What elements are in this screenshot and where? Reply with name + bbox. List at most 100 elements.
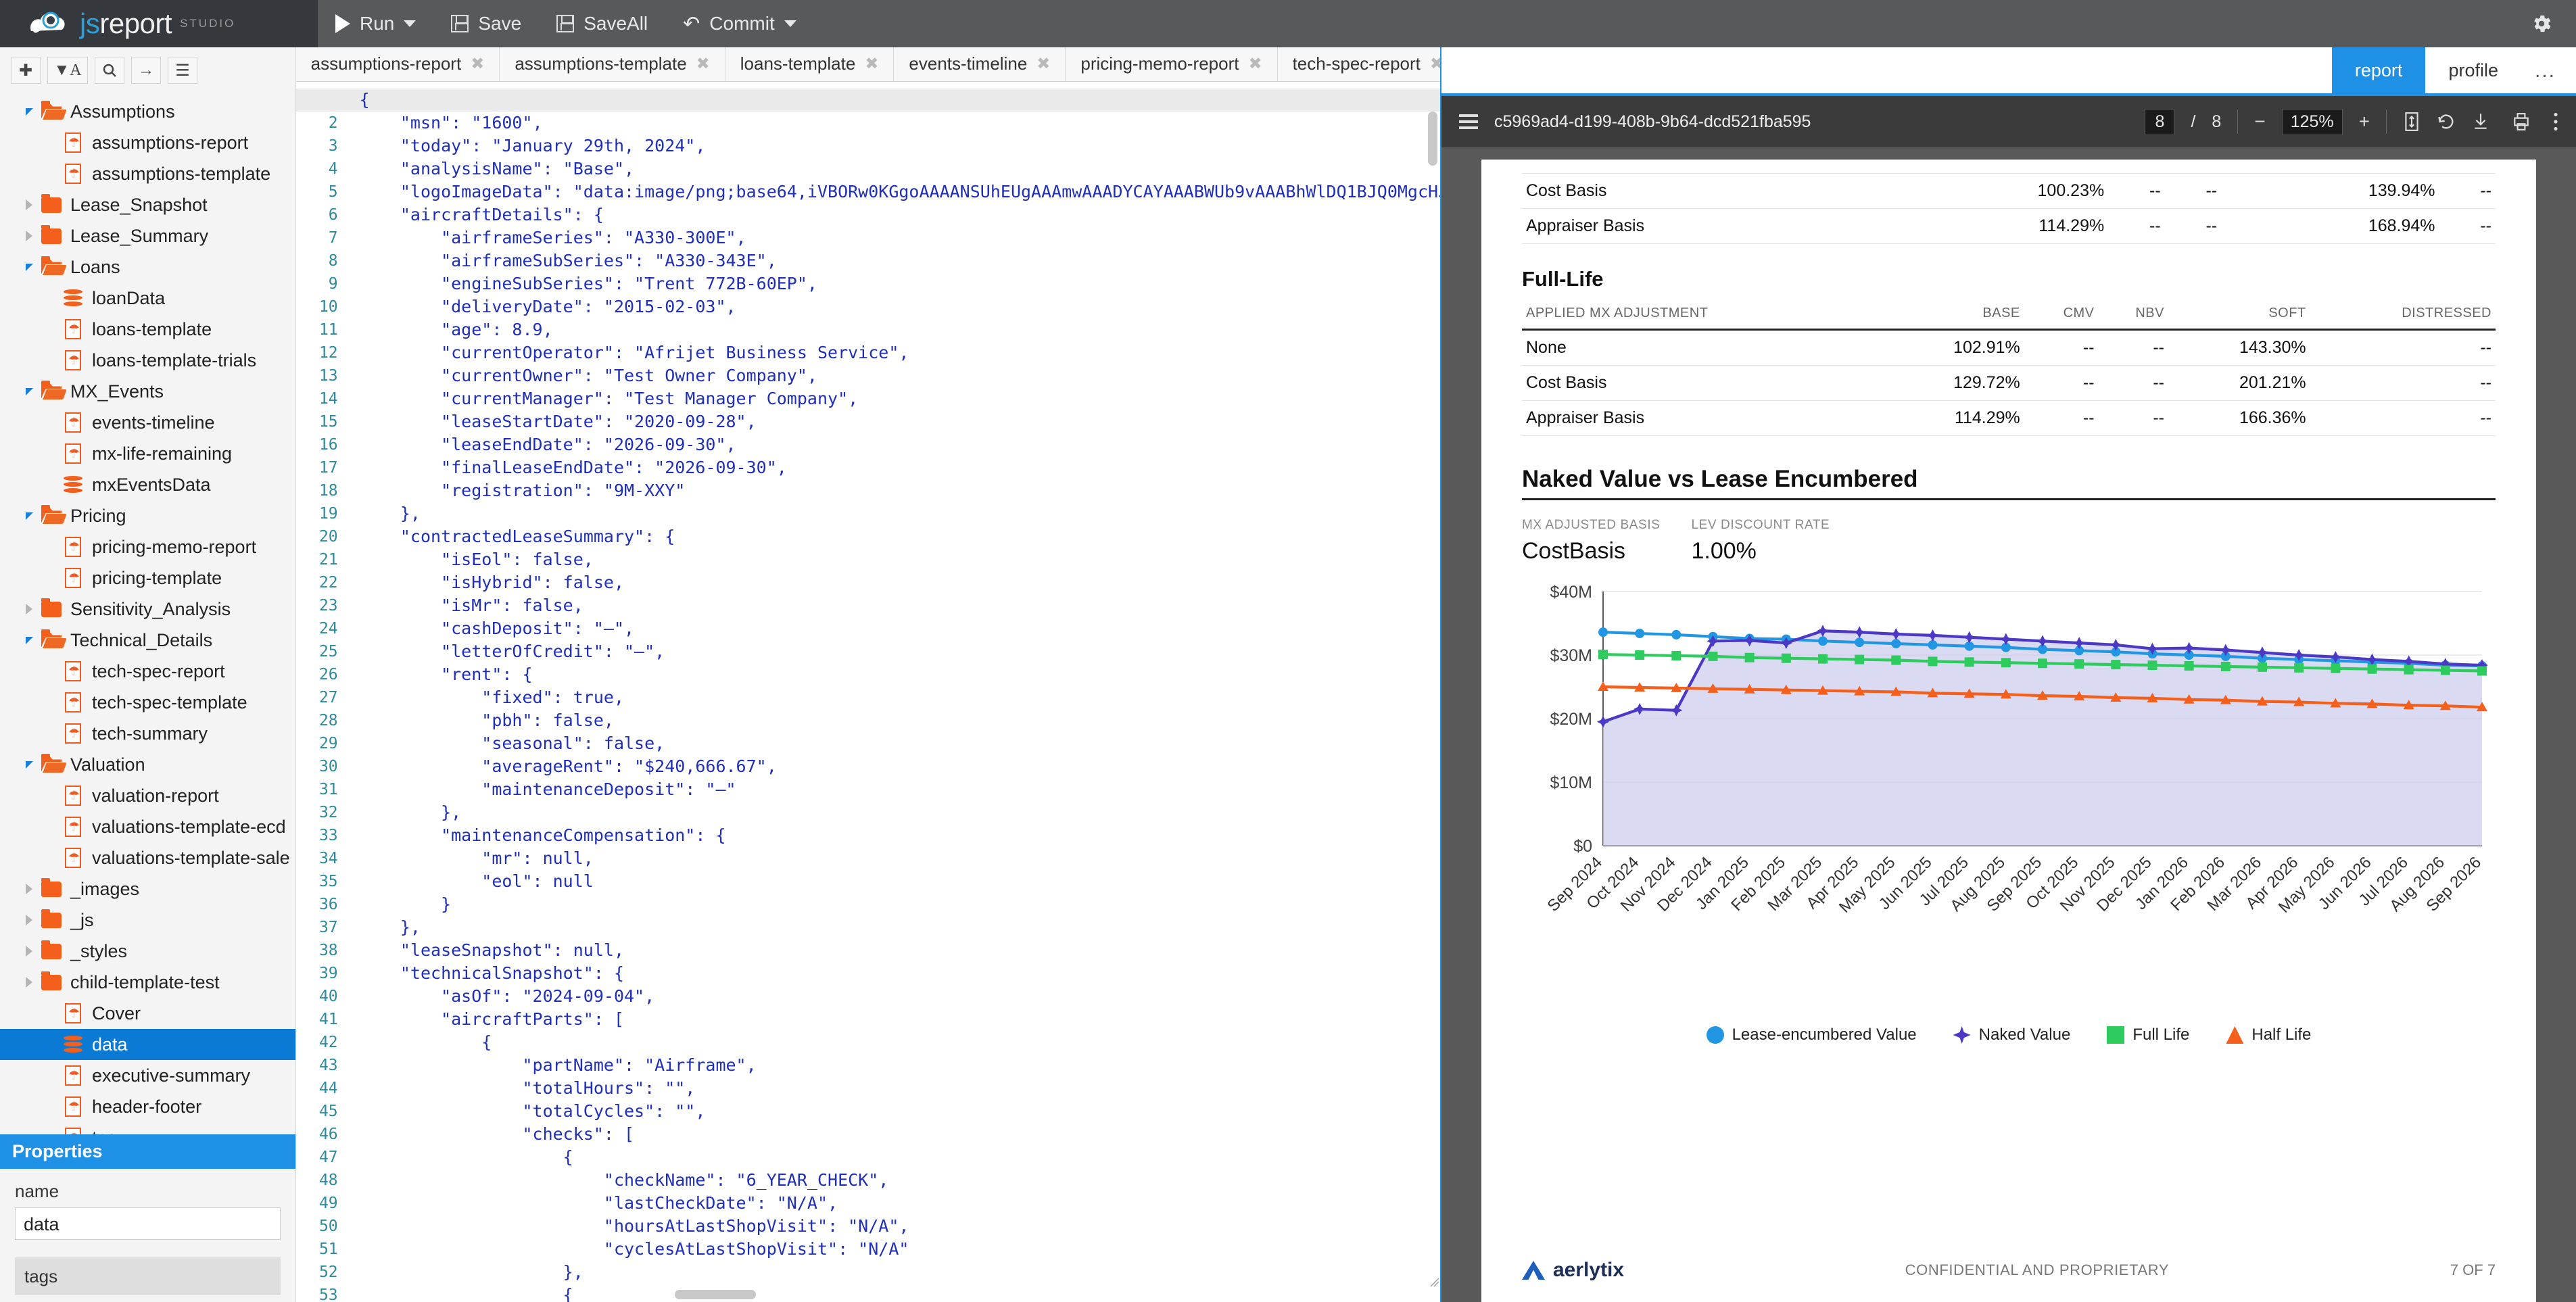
editor-horizontal-scrollbar[interactable] bbox=[674, 1290, 756, 1299]
tree-item-lease-snapshot[interactable]: Lease_Snapshot bbox=[0, 189, 295, 220]
tree-item-valuations-template-ecd[interactable]: valuations-template-ecd bbox=[0, 811, 295, 842]
navigate-button[interactable]: → bbox=[131, 57, 161, 84]
tree-item-lease-summary[interactable]: Lease_Summary bbox=[0, 220, 295, 251]
tab-tech-spec-report[interactable]: tech-spec-report ✖ bbox=[1277, 47, 1440, 81]
chevron-right-icon[interactable] bbox=[20, 604, 38, 614]
tree-item-pricing[interactable]: Pricing bbox=[0, 500, 295, 531]
gear-icon[interactable] bbox=[2530, 12, 2553, 35]
tree-item-pricing-memo-report[interactable]: pricing-memo-report bbox=[0, 531, 295, 562]
tree-item-valuation-report[interactable]: valuation-report bbox=[0, 780, 295, 811]
editor-tabbar[interactable]: assumptions-report ✖ assumptions-template ✖… bbox=[295, 47, 1440, 82]
tree-item-tech-spec-template[interactable]: tech-spec-template bbox=[0, 687, 295, 718]
chevron-right-icon[interactable] bbox=[20, 884, 38, 894]
hamburger-icon[interactable] bbox=[1459, 114, 1478, 129]
editor-resize-handle[interactable] bbox=[1429, 1272, 1440, 1287]
chevron-right-icon[interactable] bbox=[20, 231, 38, 241]
legend-item-half-life[interactable]: Half Life bbox=[2226, 1026, 2311, 1044]
tree-item-mxeventsdata[interactable]: mxEventsData bbox=[0, 469, 295, 500]
kebab-menu-icon[interactable] bbox=[2553, 112, 2558, 131]
legend-item-naked-value[interactable]: Naked Value bbox=[1953, 1026, 2070, 1044]
close-icon[interactable]: ✖ bbox=[696, 54, 710, 74]
print-icon[interactable] bbox=[2512, 112, 2530, 131]
menu-button[interactable]: ☰ bbox=[168, 57, 197, 84]
code-content[interactable]: { "msn": "1600", "today": "January 29th,… bbox=[345, 82, 1440, 1302]
tree-item-header-footer[interactable]: header-footer bbox=[0, 1091, 295, 1122]
zoom-level[interactable]: 125% bbox=[2281, 108, 2343, 135]
tab-events-timeline[interactable]: events-timeline ✖ bbox=[894, 47, 1066, 81]
chevron-right-icon[interactable] bbox=[20, 915, 38, 925]
tree-item-toc[interactable]: toc bbox=[0, 1122, 295, 1134]
tab-loans-template[interactable]: loans-template ✖ bbox=[725, 47, 895, 81]
tab-report[interactable]: report bbox=[2331, 47, 2426, 93]
entity-tree[interactable]: Assumptions assumptions-report assumptions… bbox=[0, 92, 295, 1134]
tree-item-events-timeline[interactable]: events-timeline bbox=[0, 407, 295, 438]
chevron-down-icon[interactable] bbox=[20, 512, 38, 520]
chevron-right-icon[interactable] bbox=[20, 977, 38, 988]
filter-sort-button[interactable]: ▼ A bbox=[47, 57, 88, 84]
pdf-viewport[interactable]: Cost Basis 100.23% -- -- 139.94% -- Appraiser … bbox=[1441, 147, 2576, 1302]
tree-item-valuation[interactable]: Valuation bbox=[0, 749, 295, 780]
tree-item--styles[interactable]: _styles bbox=[0, 936, 295, 967]
editor-vertical-scrollbar[interactable] bbox=[1428, 111, 1437, 166]
tree-item--images[interactable]: _images bbox=[0, 873, 295, 905]
save-button[interactable]: Save bbox=[433, 0, 539, 47]
tree-item-child-template-test[interactable]: child-template-test bbox=[0, 967, 295, 998]
tags-section[interactable]: tags bbox=[15, 1257, 281, 1295]
code-editor[interactable]: 1234567891011121314151617181920212223242… bbox=[295, 81, 1440, 1302]
cell-cmv: -- bbox=[2024, 365, 2099, 401]
chevron-down-icon[interactable] bbox=[20, 761, 38, 769]
chevron-down-icon[interactable] bbox=[20, 263, 38, 271]
legend-item-lease-encumbered-value[interactable]: Lease-encumbered Value bbox=[1706, 1026, 1917, 1044]
download-icon[interactable] bbox=[2472, 112, 2489, 131]
page-number-input[interactable]: 8 bbox=[2145, 108, 2175, 135]
chevron-down-icon[interactable] bbox=[784, 20, 796, 27]
chevron-down-icon[interactable] bbox=[20, 387, 38, 395]
tree-item-mx-events[interactable]: MX_Events bbox=[0, 376, 295, 407]
tree-item-technical-details[interactable]: Technical_Details bbox=[0, 625, 295, 656]
tree-item-sensitivity-analysis[interactable]: Sensitivity_Analysis bbox=[0, 594, 295, 625]
tree-item-executive-summary[interactable]: executive-summary bbox=[0, 1060, 295, 1091]
close-icon[interactable]: ✖ bbox=[1248, 54, 1262, 74]
tab-assumptions-report[interactable]: assumptions-report ✖ bbox=[295, 47, 500, 81]
tree-item-assumptions[interactable]: Assumptions bbox=[0, 96, 295, 127]
search-icon[interactable] bbox=[95, 57, 124, 84]
chevron-right-icon[interactable] bbox=[20, 199, 38, 210]
tree-item-mx-life-remaining[interactable]: mx-life-remaining bbox=[0, 438, 295, 469]
tree-item-loans-template[interactable]: loans-template bbox=[0, 314, 295, 345]
template-icon bbox=[59, 848, 87, 868]
preview-more-button[interactable]: ... bbox=[2521, 47, 2576, 93]
save-all-button[interactable]: SaveAll bbox=[539, 0, 665, 47]
fit-page-icon[interactable] bbox=[2403, 112, 2420, 132]
tree-item-data[interactable]: data bbox=[0, 1029, 295, 1060]
tree-item-loans-template-trials[interactable]: loans-template-trials bbox=[0, 345, 295, 376]
chevron-down-icon[interactable] bbox=[20, 636, 38, 644]
tab-assumptions-template[interactable]: assumptions-template ✖ bbox=[500, 47, 725, 81]
close-icon[interactable]: ✖ bbox=[1430, 54, 1440, 74]
tree-item--js[interactable]: _js bbox=[0, 905, 295, 936]
tree-item-assumptions-template[interactable]: assumptions-template bbox=[0, 158, 295, 189]
tree-item-loans[interactable]: Loans bbox=[0, 251, 295, 283]
close-icon[interactable]: ✖ bbox=[865, 54, 878, 74]
tree-item-loandata[interactable]: loanData bbox=[0, 283, 295, 314]
tree-item-assumptions-report[interactable]: assumptions-report bbox=[0, 127, 295, 158]
tab-profile[interactable]: profile bbox=[2425, 47, 2521, 93]
zoom-out-button[interactable]: − bbox=[2254, 111, 2265, 132]
add-entity-button[interactable]: ✚ bbox=[11, 57, 41, 84]
zoom-in-button[interactable]: + bbox=[2359, 111, 2370, 132]
run-button[interactable]: Run bbox=[318, 0, 433, 47]
chevron-down-icon[interactable] bbox=[20, 107, 38, 116]
tree-item-tech-summary[interactable]: tech-summary bbox=[0, 718, 295, 749]
close-icon[interactable]: ✖ bbox=[1036, 54, 1050, 74]
tree-item-tech-spec-report[interactable]: tech-spec-report bbox=[0, 656, 295, 687]
tab-pricing-memo-report[interactable]: pricing-memo-report ✖ bbox=[1066, 47, 1278, 81]
chevron-right-icon[interactable] bbox=[20, 946, 38, 957]
chevron-down-icon[interactable] bbox=[404, 20, 416, 27]
commit-button[interactable]: ↶ Commit bbox=[665, 0, 814, 47]
close-icon[interactable]: ✖ bbox=[471, 54, 484, 74]
tree-item-cover[interactable]: Cover bbox=[0, 998, 295, 1029]
tree-item-pricing-template[interactable]: pricing-template bbox=[0, 562, 295, 594]
tree-item-valuations-template-sale[interactable]: valuations-template-sale bbox=[0, 842, 295, 873]
name-input[interactable]: data bbox=[15, 1207, 281, 1240]
legend-item-full-life[interactable]: Full Life bbox=[2107, 1026, 2189, 1044]
rotate-icon[interactable] bbox=[2437, 112, 2456, 131]
